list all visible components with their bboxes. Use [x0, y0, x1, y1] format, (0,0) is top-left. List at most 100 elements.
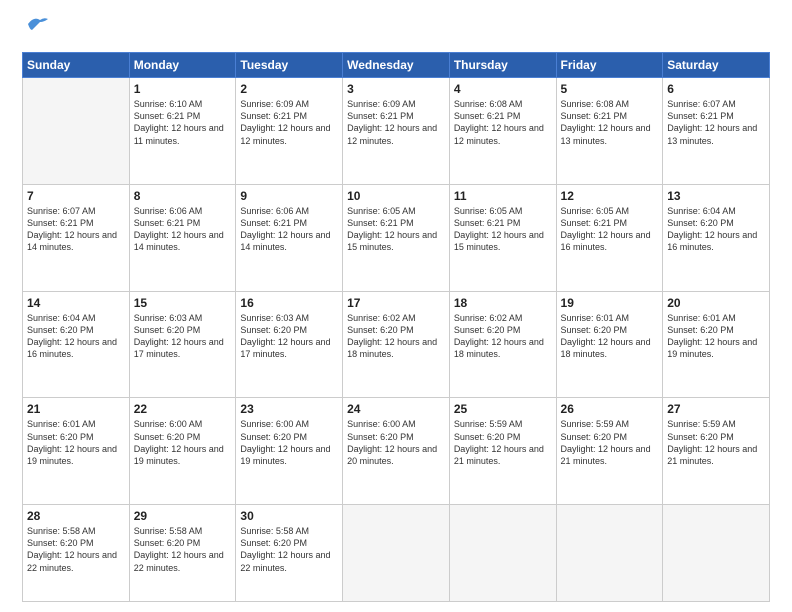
day-number: 2 — [240, 82, 338, 96]
day-number: 26 — [561, 402, 659, 416]
day-number: 24 — [347, 402, 445, 416]
cell-sun-info: Sunrise: 5:58 AMSunset: 6:20 PMDaylight:… — [240, 525, 338, 574]
calendar-cell — [556, 505, 663, 602]
cell-sun-info: Sunrise: 6:00 AMSunset: 6:20 PMDaylight:… — [134, 418, 232, 467]
calendar-week-row: 7 Sunrise: 6:07 AMSunset: 6:21 PMDaylight… — [23, 184, 770, 291]
cell-sun-info: Sunrise: 5:59 AMSunset: 6:20 PMDaylight:… — [454, 418, 552, 467]
calendar-week-row: 28 Sunrise: 5:58 AMSunset: 6:20 PMDayligh… — [23, 505, 770, 602]
weekday-header-row: SundayMondayTuesdayWednesdayThursdayFrid… — [23, 53, 770, 78]
calendar-cell: 17 Sunrise: 6:02 AMSunset: 6:20 PMDayligh… — [343, 291, 450, 398]
cell-sun-info: Sunrise: 6:09 AMSunset: 6:21 PMDaylight:… — [240, 98, 338, 147]
cell-sun-info: Sunrise: 6:08 AMSunset: 6:21 PMDaylight:… — [454, 98, 552, 147]
cell-sun-info: Sunrise: 6:01 AMSunset: 6:20 PMDaylight:… — [561, 312, 659, 361]
cell-sun-info: Sunrise: 6:02 AMSunset: 6:20 PMDaylight:… — [454, 312, 552, 361]
calendar-cell: 3 Sunrise: 6:09 AMSunset: 6:21 PMDaylight… — [343, 78, 450, 185]
cell-sun-info: Sunrise: 6:06 AMSunset: 6:21 PMDaylight:… — [240, 205, 338, 254]
day-number: 27 — [667, 402, 765, 416]
calendar-cell: 15Sunrise: 6:03 AMSunset: 6:20 PMDayligh… — [129, 291, 236, 398]
cell-sun-info: Sunrise: 6:01 AMSunset: 6:20 PMDaylight:… — [667, 312, 765, 361]
weekday-header-thursday: Thursday — [449, 53, 556, 78]
calendar-week-row: 1 Sunrise: 6:10 AMSunset: 6:21 PMDaylight… — [23, 78, 770, 185]
cell-sun-info: Sunrise: 6:07 AMSunset: 6:21 PMDaylight:… — [27, 205, 125, 254]
calendar-cell: 14Sunrise: 6:04 AMSunset: 6:20 PMDayligh… — [23, 291, 130, 398]
cell-sun-info: Sunrise: 6:02 AMSunset: 6:20 PMDaylight:… — [347, 312, 445, 361]
calendar-cell: 16 Sunrise: 6:03 AMSunset: 6:20 PMDayligh… — [236, 291, 343, 398]
logo — [22, 18, 48, 42]
day-number: 15 — [134, 296, 232, 310]
day-number: 4 — [454, 82, 552, 96]
weekday-header-tuesday: Tuesday — [236, 53, 343, 78]
logo-bird-icon — [26, 16, 48, 37]
calendar-cell: 4 Sunrise: 6:08 AMSunset: 6:21 PMDaylight… — [449, 78, 556, 185]
cell-sun-info: Sunrise: 6:05 AMSunset: 6:21 PMDaylight:… — [347, 205, 445, 254]
day-number: 30 — [240, 509, 338, 523]
day-number: 1 — [134, 82, 232, 96]
weekday-header-saturday: Saturday — [663, 53, 770, 78]
weekday-header-friday: Friday — [556, 53, 663, 78]
day-number: 19 — [561, 296, 659, 310]
day-number: 29 — [134, 509, 232, 523]
cell-sun-info: Sunrise: 6:03 AMSunset: 6:20 PMDaylight:… — [240, 312, 338, 361]
cell-sun-info: Sunrise: 6:07 AMSunset: 6:21 PMDaylight:… — [667, 98, 765, 147]
calendar-cell: 28Sunrise: 5:58 AMSunset: 6:20 PMDayligh… — [23, 505, 130, 602]
calendar-cell: 21 Sunrise: 6:01 AMSunset: 6:20 PMDayligh… — [23, 398, 130, 505]
day-number: 9 — [240, 189, 338, 203]
cell-sun-info: Sunrise: 6:09 AMSunset: 6:21 PMDaylight:… — [347, 98, 445, 147]
day-number: 6 — [667, 82, 765, 96]
day-number: 7 — [27, 189, 125, 203]
day-number: 25 — [454, 402, 552, 416]
cell-sun-info: Sunrise: 6:00 AMSunset: 6:20 PMDaylight:… — [347, 418, 445, 467]
calendar-cell: 9 Sunrise: 6:06 AMSunset: 6:21 PMDaylight… — [236, 184, 343, 291]
cell-sun-info: Sunrise: 6:01 AMSunset: 6:20 PMDaylight:… — [27, 418, 125, 467]
calendar-cell: 23Sunrise: 6:00 AMSunset: 6:20 PMDayligh… — [236, 398, 343, 505]
cell-sun-info: Sunrise: 6:05 AMSunset: 6:21 PMDaylight:… — [561, 205, 659, 254]
calendar-cell: 22 Sunrise: 6:00 AMSunset: 6:20 PMDayligh… — [129, 398, 236, 505]
cell-sun-info: Sunrise: 5:59 AMSunset: 6:20 PMDaylight:… — [667, 418, 765, 467]
cell-sun-info: Sunrise: 6:08 AMSunset: 6:21 PMDaylight:… — [561, 98, 659, 147]
calendar-cell: 30 Sunrise: 5:58 AMSunset: 6:20 PMDayligh… — [236, 505, 343, 602]
weekday-header-monday: Monday — [129, 53, 236, 78]
calendar-cell — [449, 505, 556, 602]
calendar-cell: 8 Sunrise: 6:06 AMSunset: 6:21 PMDaylight… — [129, 184, 236, 291]
day-number: 21 — [27, 402, 125, 416]
calendar-cell: 29 Sunrise: 5:58 AMSunset: 6:20 PMDayligh… — [129, 505, 236, 602]
day-number: 3 — [347, 82, 445, 96]
calendar-cell: 1 Sunrise: 6:10 AMSunset: 6:21 PMDaylight… — [129, 78, 236, 185]
weekday-header-sunday: Sunday — [23, 53, 130, 78]
day-number: 8 — [134, 189, 232, 203]
calendar-cell — [663, 505, 770, 602]
cell-sun-info: Sunrise: 6:10 AMSunset: 6:21 PMDaylight:… — [134, 98, 232, 147]
day-number: 16 — [240, 296, 338, 310]
day-number: 28 — [27, 509, 125, 523]
header — [22, 18, 770, 42]
cell-sun-info: Sunrise: 6:04 AMSunset: 6:20 PMDaylight:… — [667, 205, 765, 254]
calendar-table: SundayMondayTuesdayWednesdayThursdayFrid… — [22, 52, 770, 602]
calendar-cell: 20 Sunrise: 6:01 AMSunset: 6:20 PMDayligh… — [663, 291, 770, 398]
day-number: 18 — [454, 296, 552, 310]
calendar-week-row: 21 Sunrise: 6:01 AMSunset: 6:20 PMDayligh… — [23, 398, 770, 505]
calendar-cell: 12 Sunrise: 6:05 AMSunset: 6:21 PMDayligh… — [556, 184, 663, 291]
cell-sun-info: Sunrise: 6:00 AMSunset: 6:20 PMDaylight:… — [240, 418, 338, 467]
day-number: 22 — [134, 402, 232, 416]
day-number: 14 — [27, 296, 125, 310]
calendar-cell: 10Sunrise: 6:05 AMSunset: 6:21 PMDayligh… — [343, 184, 450, 291]
day-number: 11 — [454, 189, 552, 203]
calendar-cell: 2 Sunrise: 6:09 AMSunset: 6:21 PMDaylight… — [236, 78, 343, 185]
weekday-header-wednesday: Wednesday — [343, 53, 450, 78]
calendar-cell: 25 Sunrise: 5:59 AMSunset: 6:20 PMDayligh… — [449, 398, 556, 505]
cell-sun-info: Sunrise: 5:59 AMSunset: 6:20 PMDaylight:… — [561, 418, 659, 467]
day-number: 5 — [561, 82, 659, 96]
calendar-cell — [343, 505, 450, 602]
calendar-cell: 7 Sunrise: 6:07 AMSunset: 6:21 PMDaylight… — [23, 184, 130, 291]
calendar-cell: 13 Sunrise: 6:04 AMSunset: 6:20 PMDayligh… — [663, 184, 770, 291]
cell-sun-info: Sunrise: 6:06 AMSunset: 6:21 PMDaylight:… — [134, 205, 232, 254]
calendar-cell: 27 Sunrise: 5:59 AMSunset: 6:20 PMDayligh… — [663, 398, 770, 505]
day-number: 13 — [667, 189, 765, 203]
day-number: 17 — [347, 296, 445, 310]
calendar-cell: 11 Sunrise: 6:05 AMSunset: 6:21 PMDayligh… — [449, 184, 556, 291]
calendar-cell: 26 Sunrise: 5:59 AMSunset: 6:20 PMDayligh… — [556, 398, 663, 505]
cell-sun-info: Sunrise: 5:58 AMSunset: 6:20 PMDaylight:… — [134, 525, 232, 574]
cell-sun-info: Sunrise: 6:05 AMSunset: 6:21 PMDaylight:… — [454, 205, 552, 254]
day-number: 12 — [561, 189, 659, 203]
day-number: 20 — [667, 296, 765, 310]
